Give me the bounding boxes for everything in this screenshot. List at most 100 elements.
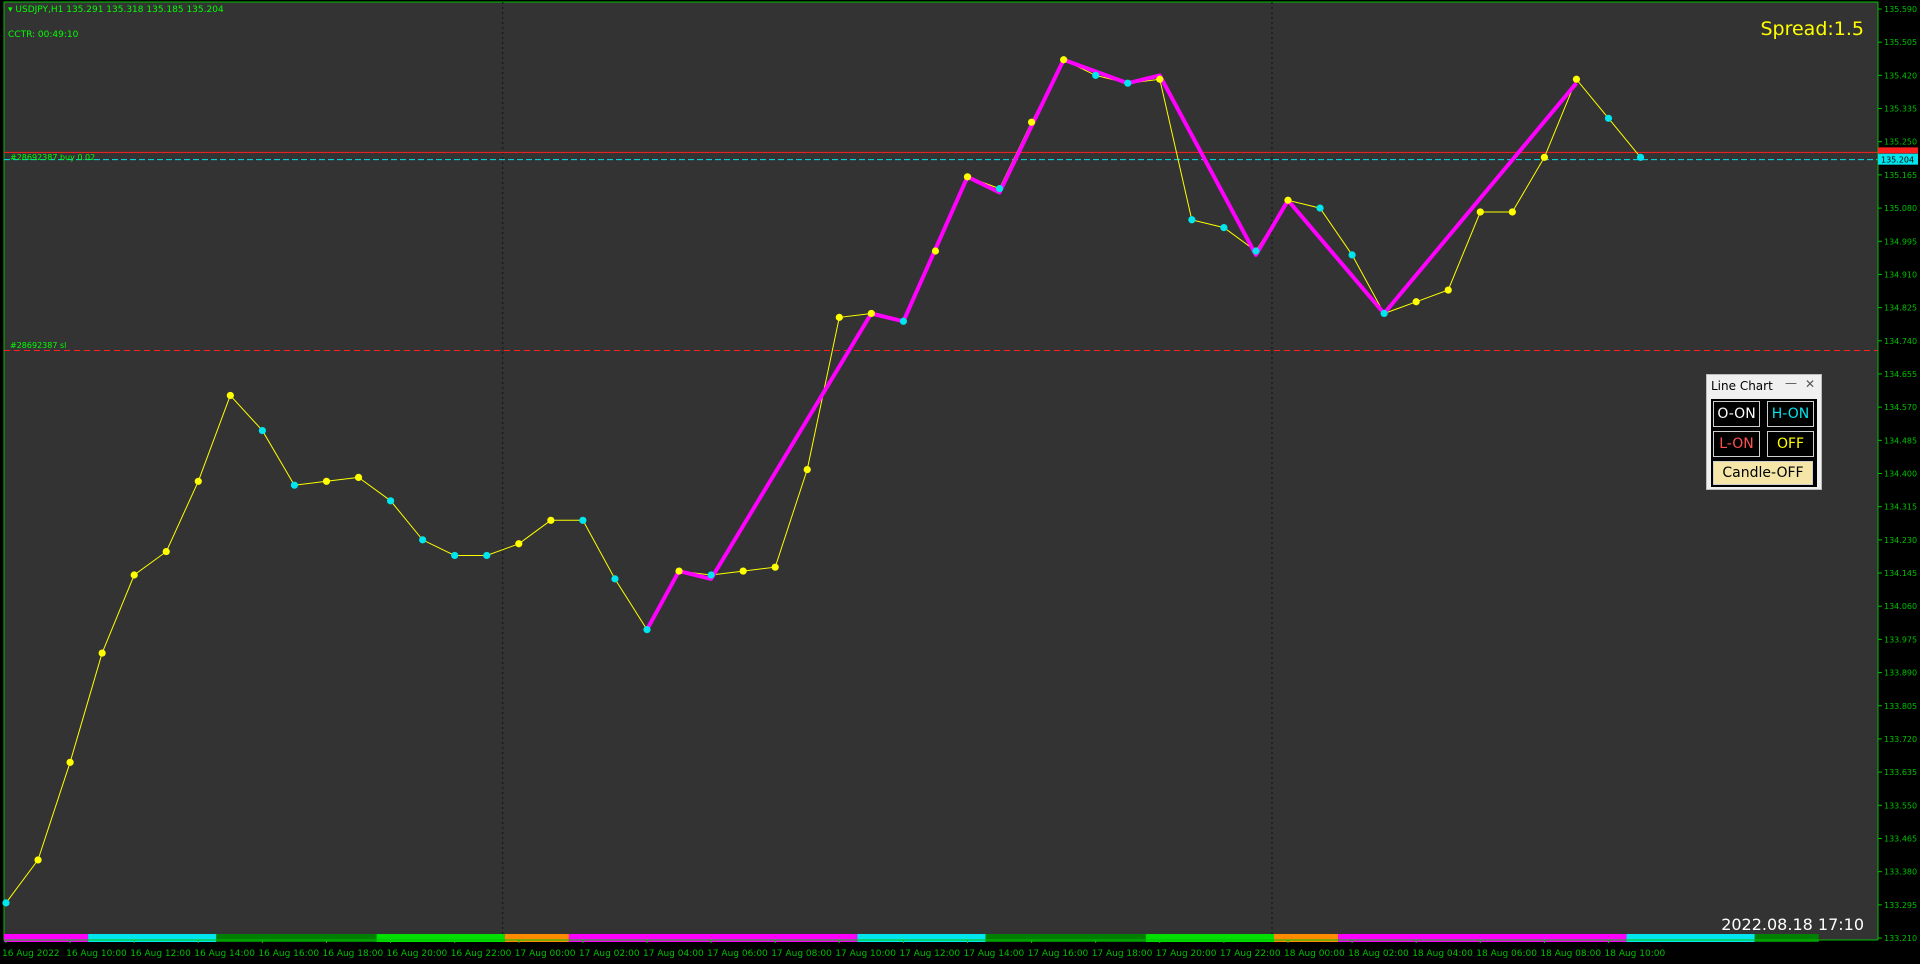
time-tick-label: 17 Aug 00:00 <box>515 949 576 959</box>
close-point <box>803 465 811 474</box>
minimize-icon[interactable]: — <box>1785 376 1797 390</box>
candle-toggle-button[interactable]: Candle-OFF <box>1713 461 1813 485</box>
time-tick-label: 18 Aug 00:00 <box>1284 949 1345 959</box>
panel-titlebar[interactable]: Line Chart — ✕ <box>1707 375 1821 397</box>
close-point <box>483 551 491 560</box>
close-point <box>226 391 234 400</box>
close-point <box>322 477 331 485</box>
price-tick-label: 134.740 <box>1884 337 1917 346</box>
price-tick-label: 133.635 <box>1884 768 1917 777</box>
close-point <box>194 477 202 485</box>
price-tick-label: 134.145 <box>1884 569 1917 578</box>
session-bar-segment <box>376 934 505 942</box>
time-tick-label: 16 Aug 14:00 <box>194 949 255 959</box>
close-point <box>1252 247 1260 255</box>
session-bar-segment <box>1145 934 1274 942</box>
close-point <box>290 481 299 489</box>
close-point <box>1412 298 1420 306</box>
price-tick-label: 133.805 <box>1884 702 1917 711</box>
close-point <box>1476 208 1484 216</box>
close-point <box>547 516 555 524</box>
close-point <box>611 575 619 583</box>
close-point <box>258 426 266 435</box>
close-line-off-button[interactable]: OFF <box>1767 431 1814 457</box>
time-tick-label: 17 Aug 08:00 <box>771 949 832 959</box>
open-line-button[interactable]: O-ON <box>1713 401 1760 427</box>
price-tick-label: 133.975 <box>1884 635 1917 644</box>
current-price-label: 135.204 <box>1881 156 1914 165</box>
time-tick-label: 18 Aug 08:00 <box>1540 949 1601 959</box>
close-point <box>1188 216 1196 224</box>
server-datetime: 2022.08.18 17:10 <box>1721 915 1864 934</box>
close-point <box>419 536 427 544</box>
close-point <box>34 856 42 864</box>
close-point <box>1508 208 1516 216</box>
close-point <box>1572 75 1581 83</box>
spread-indicator: Spread:1.5 <box>1760 18 1864 40</box>
close-point <box>2 899 10 907</box>
stop-loss-label: #28692387 sl <box>10 341 67 350</box>
close-point <box>1092 71 1100 79</box>
price-tick-label: 135.165 <box>1884 171 1917 180</box>
close-point <box>1316 204 1324 212</box>
time-tick-label: 17 Aug 06:00 <box>707 949 768 959</box>
time-tick-label: 17 Aug 18:00 <box>1092 949 1153 959</box>
time-tick-label: 17 Aug 02:00 <box>579 949 640 959</box>
close-point <box>931 247 940 255</box>
price-tick-label: 135.335 <box>1884 105 1917 114</box>
close-point <box>1604 114 1613 122</box>
time-tick-label: 16 Aug 22:00 <box>451 949 512 959</box>
close-point <box>771 563 779 571</box>
low-line-button[interactable]: L-ON <box>1713 431 1760 457</box>
price-tick-label: 133.210 <box>1884 934 1917 943</box>
time-tick-label: 18 Aug 10:00 <box>1605 949 1666 959</box>
price-chart[interactable]: 8/178/18135.590135.505135.420135.335135.… <box>0 0 1920 964</box>
buy-order-label: #28692387 buy 0.02 <box>10 153 96 162</box>
symbol-quote-text: USDJPY,H1 135.291 135.318 135.185 135.20… <box>15 5 224 15</box>
candle-countdown: CCTR: 00:49:10 <box>8 30 79 40</box>
time-tick-label: 17 Aug 14:00 <box>964 949 1025 959</box>
price-tick-label: 135.420 <box>1884 71 1917 80</box>
close-point <box>899 317 908 325</box>
time-tick-label: 17 Aug 12:00 <box>899 949 960 959</box>
time-tick-label: 18 Aug 02:00 <box>1348 949 1409 959</box>
close-point <box>1220 223 1228 232</box>
close-point <box>579 516 587 524</box>
close-point <box>1156 75 1164 83</box>
price-tick-label: 134.825 <box>1884 304 1917 313</box>
close-point <box>1444 286 1452 294</box>
price-tick-label: 133.380 <box>1884 868 1917 877</box>
line-chart-panel[interactable]: Line Chart — ✕ O-ON H-ON L-ON OFF Candle… <box>1706 374 1822 490</box>
close-point <box>707 571 715 579</box>
close-point <box>1540 153 1548 161</box>
price-tick-label: 134.570 <box>1884 403 1917 412</box>
price-tick-label: 135.080 <box>1884 204 1917 213</box>
price-tick-label: 134.400 <box>1884 470 1917 479</box>
time-tick-label: 17 Aug 10:00 <box>835 949 896 959</box>
close-point <box>130 571 138 579</box>
symbol-info: ▾ USDJPY,H1 135.291 135.318 135.185 135.… <box>8 5 224 15</box>
close-icon[interactable]: ✕ <box>1805 377 1815 391</box>
price-tick-label: 133.890 <box>1884 669 1917 678</box>
time-tick-label: 16 Aug 10:00 <box>66 949 127 959</box>
price-tick-label: 134.485 <box>1884 436 1917 445</box>
session-bar-segment <box>504 934 569 942</box>
plot-area[interactable] <box>3 1 1879 941</box>
price-tick-label: 133.550 <box>1884 801 1917 810</box>
price-tick-label: 134.655 <box>1884 370 1917 379</box>
time-tick-label: 17 Aug 20:00 <box>1156 949 1217 959</box>
close-point <box>515 540 523 548</box>
chart-window[interactable]: 8/178/18135.590135.505135.420135.335135.… <box>0 0 1920 964</box>
session-bar-segment <box>1338 934 1627 942</box>
close-point <box>995 184 1004 193</box>
time-tick-label: 16 Aug 16:00 <box>258 949 319 959</box>
price-tick-label: 134.910 <box>1884 270 1917 279</box>
high-line-button[interactable]: H-ON <box>1767 401 1814 427</box>
close-point <box>162 547 170 556</box>
price-tick-label: 135.250 <box>1884 138 1917 147</box>
close-point <box>451 551 459 560</box>
price-tick-label: 135.505 <box>1884 38 1917 47</box>
session-bar-segment <box>4 934 89 942</box>
close-point <box>387 497 395 505</box>
close-point <box>643 626 651 634</box>
